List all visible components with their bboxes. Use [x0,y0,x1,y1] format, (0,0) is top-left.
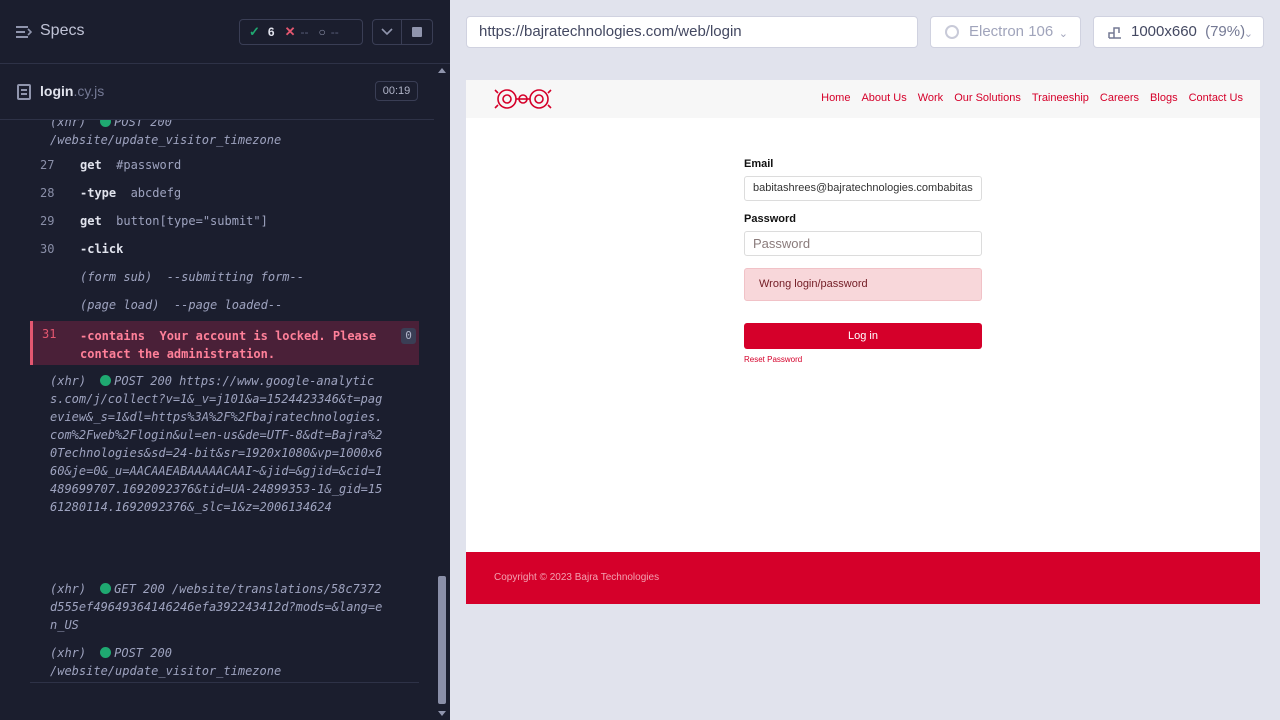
nav-link-our-solutions[interactable]: Our Solutions [954,92,1021,104]
xhr-log-entry[interactable]: (xhr) POST 200 /website/update_visitor_ti… [50,120,384,149]
failed-command-row[interactable]: 31 -contains Your account is locked. Ple… [30,321,419,365]
email-field[interactable]: babitashrees@bajratechnologies.combabita… [744,176,982,201]
nav-link-work[interactable]: Work [918,92,943,104]
site-navbar: Home About Us Work Our Solutions Trainee… [466,80,1260,118]
status-dot-icon [100,583,112,594]
email-label: Email [744,158,774,170]
run-duration: 00:19 [375,81,418,101]
password-field[interactable]: Password [744,231,982,256]
copyright-text: Copyright © 2023 Bajra Technologies [494,572,660,583]
chevron-down-icon [381,28,393,36]
scroll-down-arrow-icon[interactable] [438,711,446,716]
status-dot-icon [100,647,112,658]
collapse-toggle-button[interactable] [372,19,402,45]
test-stats: ✓ 6 ✕ -- ○ -- [239,19,363,45]
status-dot-icon [100,375,112,386]
chevron-down-icon: ⌄ [1243,28,1253,40]
spec-file-name[interactable]: login.cy.js [40,83,104,99]
pending-count: -- [330,25,339,39]
site-footer: Copyright © 2023 Bajra Technologies [466,552,1260,604]
nav-link-about-us[interactable]: About Us [861,92,906,104]
nav-link-careers[interactable]: Careers [1100,92,1139,104]
scroll-up-arrow-icon[interactable] [438,68,446,73]
passed-icon: ✓ [249,24,260,39]
login-button[interactable]: Log in [744,323,982,349]
command-log: (xhr) POST 200 /website/update_visitor_ti… [0,120,434,720]
viewport-selector[interactable]: 1000x660 (79%) ⌄ [1093,16,1264,48]
error-alert: Wrong login/password [744,268,982,301]
file-icon [17,84,31,100]
xhr-log-entry[interactable]: (xhr) GET 200 /website/translations/58c73… [50,580,384,634]
passed-count: 6 [267,25,275,39]
viewport-size-icon [1108,27,1121,39]
electron-icon [945,25,959,39]
browser-selector[interactable]: Electron 106 ⌄ [930,16,1081,48]
login-form: Email babitashrees@bajratechnologies.com… [744,158,982,364]
bajra-logo[interactable] [494,85,552,113]
nav-link-traineeship[interactable]: Traineeship [1032,92,1089,104]
failed-icon: ✕ [284,24,296,39]
site-nav-links: Home About Us Work Our Solutions Trainee… [810,92,1243,104]
xhr-log-entry[interactable]: (xhr) POST 200 /website/update_visitor_ti… [50,644,384,680]
failed-count: -- [300,25,309,39]
specs-list-icon[interactable] [16,25,32,39]
nav-link-home[interactable]: Home [821,92,850,104]
app-preview-frame: Home About Us Work Our Solutions Trainee… [466,80,1260,604]
url-bar[interactable]: https://bajratechnologies.com/web/login [466,16,918,48]
nav-link-blogs[interactable]: Blogs [1150,92,1178,104]
nav-link-contact-us[interactable]: Contact Us [1189,92,1243,104]
divider [30,682,419,683]
password-label: Password [744,213,796,225]
stop-button[interactable] [402,19,433,45]
specs-title[interactable]: Specs [40,22,84,40]
specs-header: Specs ✓ 6 ✕ -- ○ -- [0,0,450,64]
element-count-badge: 0 [401,328,416,344]
command-log-panel: Specs ✓ 6 ✕ -- ○ -- login.cy.js 00:19 (x… [0,0,450,720]
pending-icon: ○ [318,25,326,39]
command-log-scrollbar[interactable] [434,64,450,720]
spec-file-header: login.cy.js 00:19 [0,64,434,120]
xhr-log-entry[interactable]: (xhr) POST 200 https://www.google-analyti… [50,372,384,516]
scrollbar-thumb[interactable] [438,576,446,704]
reset-password-link[interactable]: Reset Password [744,355,982,364]
stop-icon [412,27,422,37]
status-dot-icon [100,120,112,127]
chevron-down-icon: ⌄ [1058,28,1068,40]
